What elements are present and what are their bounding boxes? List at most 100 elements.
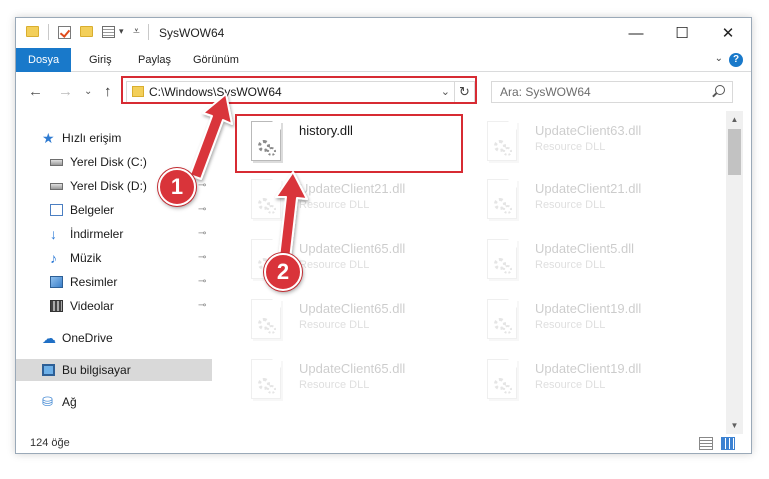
this-pc-icon <box>42 364 55 376</box>
nav-item-label: Ağ <box>62 395 77 409</box>
dll-file-icon <box>251 299 281 339</box>
file-name: UpdateClient63.dll <box>535 123 642 138</box>
file-description: Resource DLL <box>535 379 606 391</box>
folder-icon <box>26 26 39 37</box>
nav-item[interactable]: Videolar ⊸ <box>16 295 212 317</box>
details-view-icon[interactable] <box>699 437 713 450</box>
scroll-down-icon[interactable]: ▼ <box>726 417 743 434</box>
nav-item[interactable]: ★ Hızlı erişim <box>16 127 212 149</box>
step-badge-2: 2 <box>264 253 302 291</box>
scroll-up-icon[interactable]: ▲ <box>726 111 743 128</box>
file-item[interactable]: UpdateClient63.dll Resource DLL <box>477 111 707 169</box>
nav-item[interactable]: ♪ Müzik ⊸ <box>16 247 212 269</box>
customize-toolbar-dropdown-icon[interactable]: ▾ <box>119 26 124 37</box>
gear-icon <box>503 265 512 274</box>
nav-item[interactable]: ⛁ Ağ <box>16 391 212 413</box>
window-title: SysWOW64 <box>159 26 225 40</box>
file-name: UpdateClient21.dll <box>535 181 642 196</box>
recent-locations-button[interactable]: ⌄ <box>84 86 92 97</box>
nav-item-label: İndirmeler <box>70 227 124 241</box>
pin-icon: ⊸ <box>198 276 207 287</box>
up-button[interactable]: ↑ <box>104 83 112 100</box>
network-icon: ⛁ <box>42 394 53 409</box>
videos-icon <box>50 300 63 312</box>
nav-item[interactable]: Resimler ⊸ <box>16 271 212 293</box>
file-item[interactable]: UpdateClient5.dll Resource DLL <box>477 229 707 287</box>
drive-icon <box>50 183 63 190</box>
navigation-pane: ★ Hızlı erişim Yerel Disk (C:) ⊸ Yerel Disk … <box>16 111 212 434</box>
step-badge-1: 1 <box>158 168 196 206</box>
gear-icon <box>267 385 276 394</box>
status-bar: 124 öğe <box>16 434 751 453</box>
properties-icon[interactable] <box>102 26 115 38</box>
file-description: Resource DLL <box>299 199 370 211</box>
nav-item-label: Belgeler <box>70 203 115 217</box>
file-name: UpdateClient65.dll <box>299 301 406 316</box>
file-item[interactable]: UpdateClient19.dll Resource DLL <box>477 289 707 347</box>
nav-item-label: Hızlı erişim <box>62 131 122 145</box>
nav-item-label: OneDrive <box>62 331 113 345</box>
forward-button[interactable]: → <box>58 83 73 100</box>
nav-item-label: Resimler <box>70 275 118 289</box>
scroll-thumb[interactable] <box>728 129 741 175</box>
divider <box>148 24 149 40</box>
file-name: UpdateClient65.dll <box>299 241 406 256</box>
gear-icon <box>503 205 512 214</box>
pin-icon: ⊸ <box>198 180 207 191</box>
nav-item[interactable]: ↓ İndirmeler ⊸ <box>16 223 212 245</box>
file-item[interactable]: UpdateClient65.dll Resource DLL <box>241 289 471 347</box>
file-item[interactable]: UpdateClient19.dll Resource DLL <box>477 349 707 407</box>
nav-item-label: Videolar <box>70 299 114 313</box>
dll-file-icon <box>251 359 281 399</box>
item-count: 124 öğe <box>30 437 70 449</box>
file-item[interactable]: UpdateClient21.dll Resource DLL <box>241 169 471 227</box>
file-name: UpdateClient65.dll <box>299 361 406 376</box>
divider <box>48 24 49 40</box>
nav-item-label: Yerel Disk (D:) <box>70 179 147 193</box>
gear-icon <box>503 325 512 334</box>
minimize-button[interactable]: — <box>613 18 659 48</box>
properties-check-icon[interactable] <box>58 26 71 39</box>
drive-icon <box>50 159 63 166</box>
quick-access-toolbar-menu-icon[interactable]: ⩡ <box>133 24 140 39</box>
tiles-view-icon[interactable] <box>721 437 735 450</box>
back-button[interactable]: ← <box>28 83 43 100</box>
file-item[interactable]: UpdateClient65.dll Resource DLL <box>241 349 471 407</box>
quick-access-star-icon: ★ <box>42 130 55 146</box>
maximize-button[interactable]: ☐ <box>659 18 705 48</box>
search-input[interactable]: Ara: SysWOW64 <box>491 81 733 103</box>
file-description: Resource DLL <box>299 379 370 391</box>
gear-icon <box>267 325 276 334</box>
tab-share[interactable]: Paylaş <box>128 48 181 72</box>
file-item[interactable]: UpdateClient21.dll Resource DLL <box>477 169 707 227</box>
music-icon: ♪ <box>50 250 57 266</box>
vertical-scrollbar[interactable]: ▲ ▼ <box>726 111 743 434</box>
onedrive-icon: ☁ <box>42 330 56 346</box>
search-placeholder: Ara: SysWOW64 <box>500 85 591 99</box>
file-description: Resource DLL <box>299 319 370 331</box>
expand-ribbon-icon[interactable]: ⌄ <box>715 53 723 64</box>
nav-item[interactable]: Bu bilgisayar <box>16 359 212 381</box>
dll-file-icon <box>487 239 517 279</box>
pin-icon: ⊸ <box>198 156 207 167</box>
tab-view[interactable]: Görünüm <box>183 48 249 72</box>
dll-file-icon <box>251 179 281 219</box>
file-description: Resource DLL <box>535 199 606 211</box>
close-button[interactable]: ✕ <box>705 18 751 48</box>
file-highlight-box <box>235 114 463 173</box>
help-icon[interactable]: ? <box>729 53 743 67</box>
file-description: Resource DLL <box>299 259 370 271</box>
file-name: UpdateClient19.dll <box>535 361 642 376</box>
nav-item-label: Bu bilgisayar <box>62 363 131 377</box>
file-description: Resource DLL <box>535 259 606 271</box>
nav-item[interactable]: ☁ OneDrive <box>16 327 212 349</box>
search-icon <box>715 85 725 95</box>
dll-file-icon <box>487 121 517 161</box>
file-name: UpdateClient21.dll <box>299 181 406 196</box>
file-description: Resource DLL <box>535 319 606 331</box>
title-bar: ▾ ⩡ SysWOW64 — ☐ ✕ <box>16 18 751 48</box>
tab-file[interactable]: Dosya <box>16 48 72 72</box>
new-folder-icon[interactable] <box>80 26 93 37</box>
dll-file-icon <box>487 359 517 399</box>
tab-home[interactable]: Giriş <box>79 48 122 72</box>
